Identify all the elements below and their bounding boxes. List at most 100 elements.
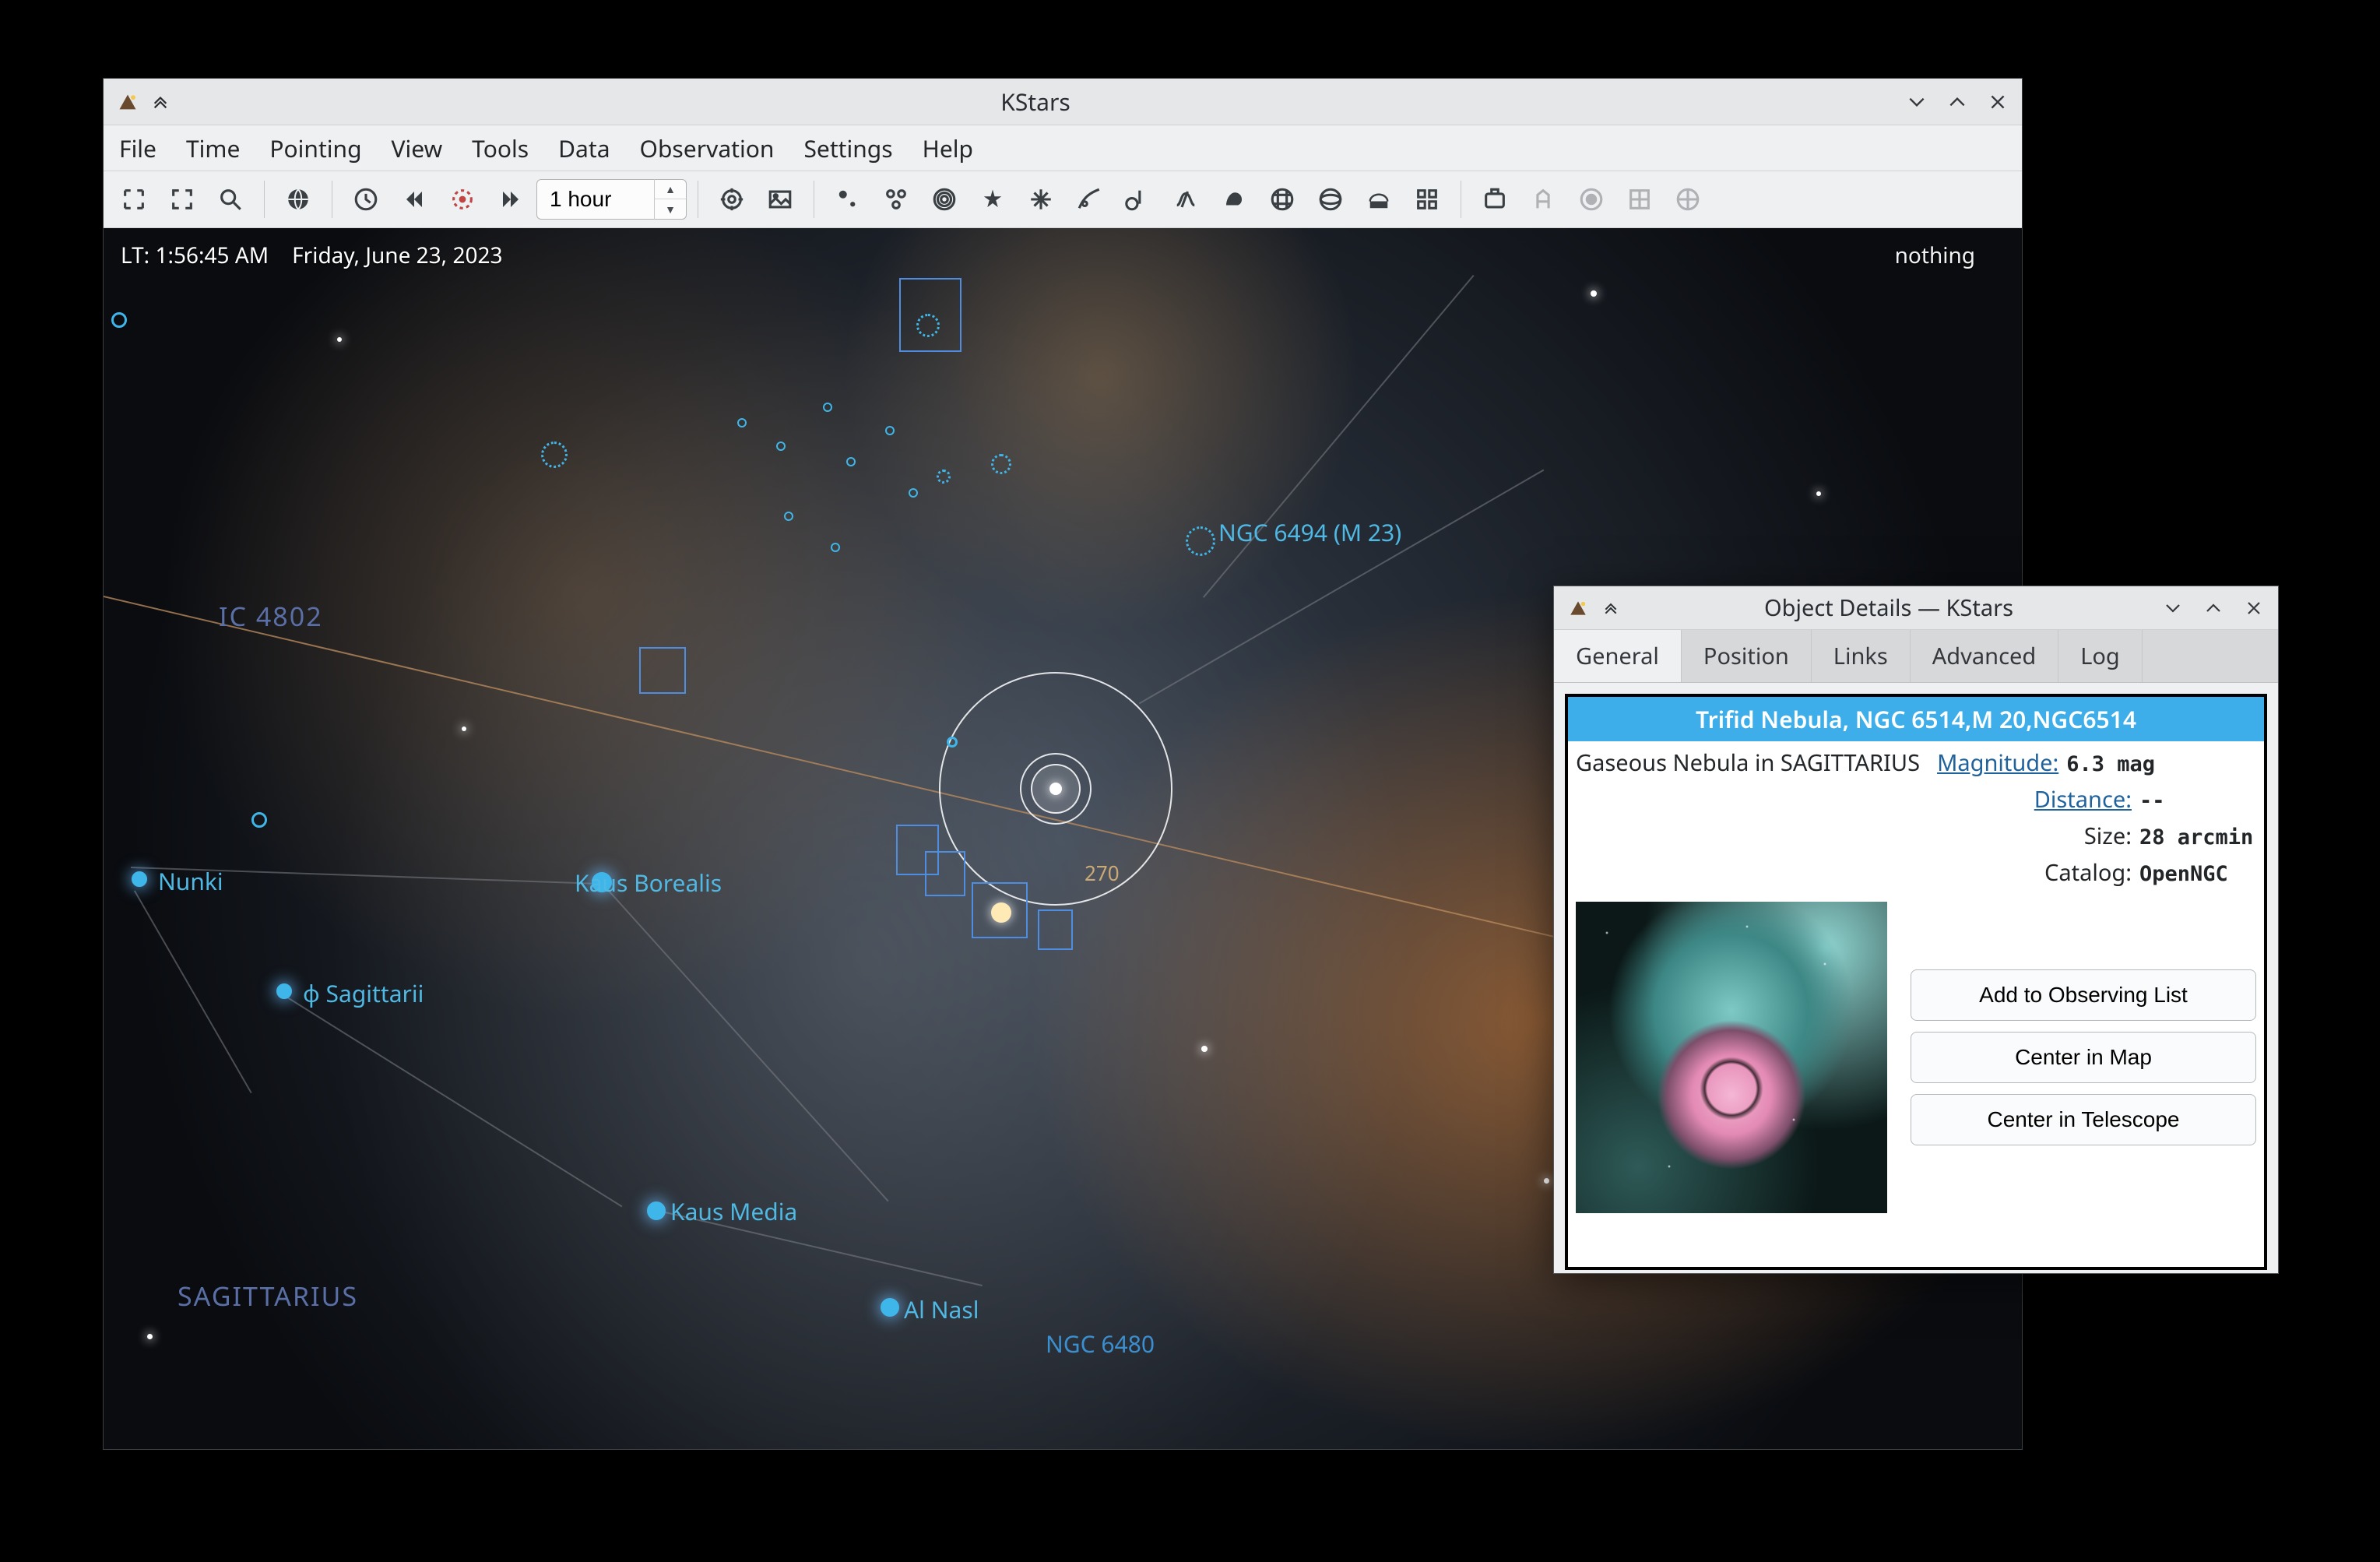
magnitude-label[interactable]: Magnitude:	[1937, 748, 2058, 778]
label-al-nasl: Al Nasl	[904, 1293, 979, 1325]
supernova-toggle-icon[interactable]	[1018, 177, 1063, 222]
star-phi-sgr	[276, 983, 292, 999]
dso-circle	[541, 442, 568, 468]
spin-down-icon[interactable]: ▼	[655, 199, 686, 220]
cluster-dot	[784, 512, 793, 521]
equator-toggle-icon[interactable]	[1308, 177, 1353, 222]
maximize-icon[interactable]	[1944, 89, 1970, 115]
constellation-lines-icon[interactable]	[1163, 177, 1208, 222]
star-kaus-media	[647, 1201, 666, 1220]
constellation-line	[134, 890, 251, 1093]
label-toggle-icon[interactable]	[1115, 177, 1160, 222]
size-value: 28 arcmin	[2139, 825, 2256, 850]
slew-icon[interactable]	[1665, 177, 1710, 222]
tab-general[interactable]: General	[1554, 630, 1682, 682]
menu-tools[interactable]: Tools	[472, 132, 529, 164]
object-thumbnail	[1576, 902, 1887, 1213]
minimize-icon[interactable]	[2160, 595, 2186, 621]
shade-icon[interactable]	[147, 89, 174, 115]
menu-view[interactable]: View	[392, 132, 443, 164]
star-dot	[337, 337, 342, 342]
tab-advanced[interactable]: Advanced	[1911, 630, 2058, 682]
dso-box	[925, 851, 965, 896]
menu-time[interactable]: Time	[186, 132, 240, 164]
constellation-line	[279, 991, 623, 1207]
star-nunki	[132, 871, 147, 887]
image-icon[interactable]	[758, 177, 803, 222]
zoom-out-icon[interactable]	[160, 177, 205, 222]
hips-toggle-icon[interactable]	[1404, 177, 1450, 222]
minimize-icon[interactable]	[1904, 89, 1930, 115]
add-to-observing-list-button[interactable]: Add to Observing List	[1911, 969, 2256, 1021]
label-phi-sgr: φ Sagittarii	[303, 977, 424, 1009]
dome-icon[interactable]	[1569, 177, 1614, 222]
menu-file[interactable]: File	[119, 132, 156, 164]
mount-icon[interactable]	[1617, 177, 1662, 222]
object-body: Gaseous Nebula in SAGITTARIUS Magnitude:…	[1568, 741, 2264, 1267]
star-dot	[991, 902, 1011, 923]
horizon-toggle-icon[interactable]	[1356, 177, 1401, 222]
center-in-telescope-button[interactable]: Center in Telescope	[1911, 1094, 2256, 1145]
center-in-map-button[interactable]: Center in Map	[1911, 1032, 2256, 1083]
maximize-icon[interactable]	[2200, 595, 2227, 621]
globe-icon[interactable]	[276, 177, 321, 222]
zoom-in-icon[interactable]	[111, 177, 156, 222]
cluster-dot	[823, 403, 832, 412]
star-dot	[1544, 1178, 1549, 1184]
clock-icon[interactable]	[343, 177, 388, 222]
indi-icon[interactable]	[1520, 177, 1566, 222]
label-ngc6494: NGC 6494 (M 23)	[1218, 516, 1401, 548]
close-icon[interactable]	[1985, 89, 2011, 115]
label-sagittarius: SAGITTARIUS	[178, 1278, 358, 1314]
ecliptic-tick-270: 270	[1085, 859, 1120, 887]
rewind-icon[interactable]	[392, 177, 437, 222]
menubar: File Time Pointing View Tools Data Obser…	[104, 125, 2022, 171]
target-icon[interactable]	[709, 177, 754, 222]
window-controls	[1904, 89, 2011, 115]
menu-data[interactable]: Data	[558, 132, 610, 164]
tab-log[interactable]: Log	[2058, 630, 2143, 682]
app-icon	[1565, 595, 1591, 621]
grid-toggle-icon[interactable]	[1260, 177, 1305, 222]
menu-observation[interactable]: Observation	[640, 132, 775, 164]
ekos-icon[interactable]	[1472, 177, 1517, 222]
label-kaus-media: Kaus Media	[670, 1195, 797, 1227]
close-icon[interactable]	[2241, 595, 2267, 621]
object-title: Trifid Nebula, NGC 6514,M 20,NGC6514	[1568, 697, 2264, 741]
star-dot	[1816, 491, 1821, 496]
dialog-title: Object Details — KStars	[1624, 593, 2153, 623]
dso-circle	[916, 314, 940, 337]
distance-label[interactable]: Distance:	[1576, 784, 2132, 814]
satellite-toggle-icon[interactable]	[1067, 177, 1112, 222]
star-dot	[462, 726, 466, 731]
constellation-art-icon[interactable]	[1211, 177, 1257, 222]
time-step-field[interactable]	[537, 187, 654, 212]
menu-settings[interactable]: Settings	[803, 132, 892, 164]
hud-pointer: nothing	[1895, 241, 1975, 270]
label-ngc6480: NGC 6480	[1046, 1328, 1155, 1360]
tab-position[interactable]: Position	[1682, 630, 1812, 682]
find-icon[interactable]	[208, 177, 253, 222]
hud-left: LT: 1:56:45 AM Friday, June 23, 2023	[121, 241, 503, 270]
label-nunki: Nunki	[158, 865, 223, 897]
tab-links[interactable]: Links	[1812, 630, 1911, 682]
time-step-input[interactable]: ▲ ▼	[536, 179, 687, 220]
details-panel: Trifid Nebula, NGC 6514,M 20,NGC6514 Gas…	[1565, 694, 2267, 1270]
action-buttons: Add to Observing List Center in Map Cent…	[1911, 902, 2256, 1213]
time-step-back-icon[interactable]	[440, 177, 485, 222]
catalog-label: Catalog:	[1576, 857, 2132, 888]
stars-toggle-icon[interactable]	[825, 177, 870, 222]
menu-pointing[interactable]: Pointing	[269, 132, 361, 164]
dso-circle	[947, 737, 958, 748]
forward-icon[interactable]	[488, 177, 533, 222]
deepsky-toggle-icon[interactable]	[874, 177, 919, 222]
shade-icon[interactable]	[1598, 595, 1624, 621]
dso-circle	[111, 312, 127, 328]
separator	[264, 181, 265, 218]
planets-toggle-icon[interactable]	[922, 177, 967, 222]
menu-help[interactable]: Help	[923, 132, 973, 164]
star-icon[interactable]	[970, 177, 1015, 222]
dso-circle	[251, 812, 267, 828]
hud-local-time: LT: 1:56:45 AM	[121, 241, 269, 270]
spin-up-icon[interactable]: ▲	[655, 179, 686, 199]
